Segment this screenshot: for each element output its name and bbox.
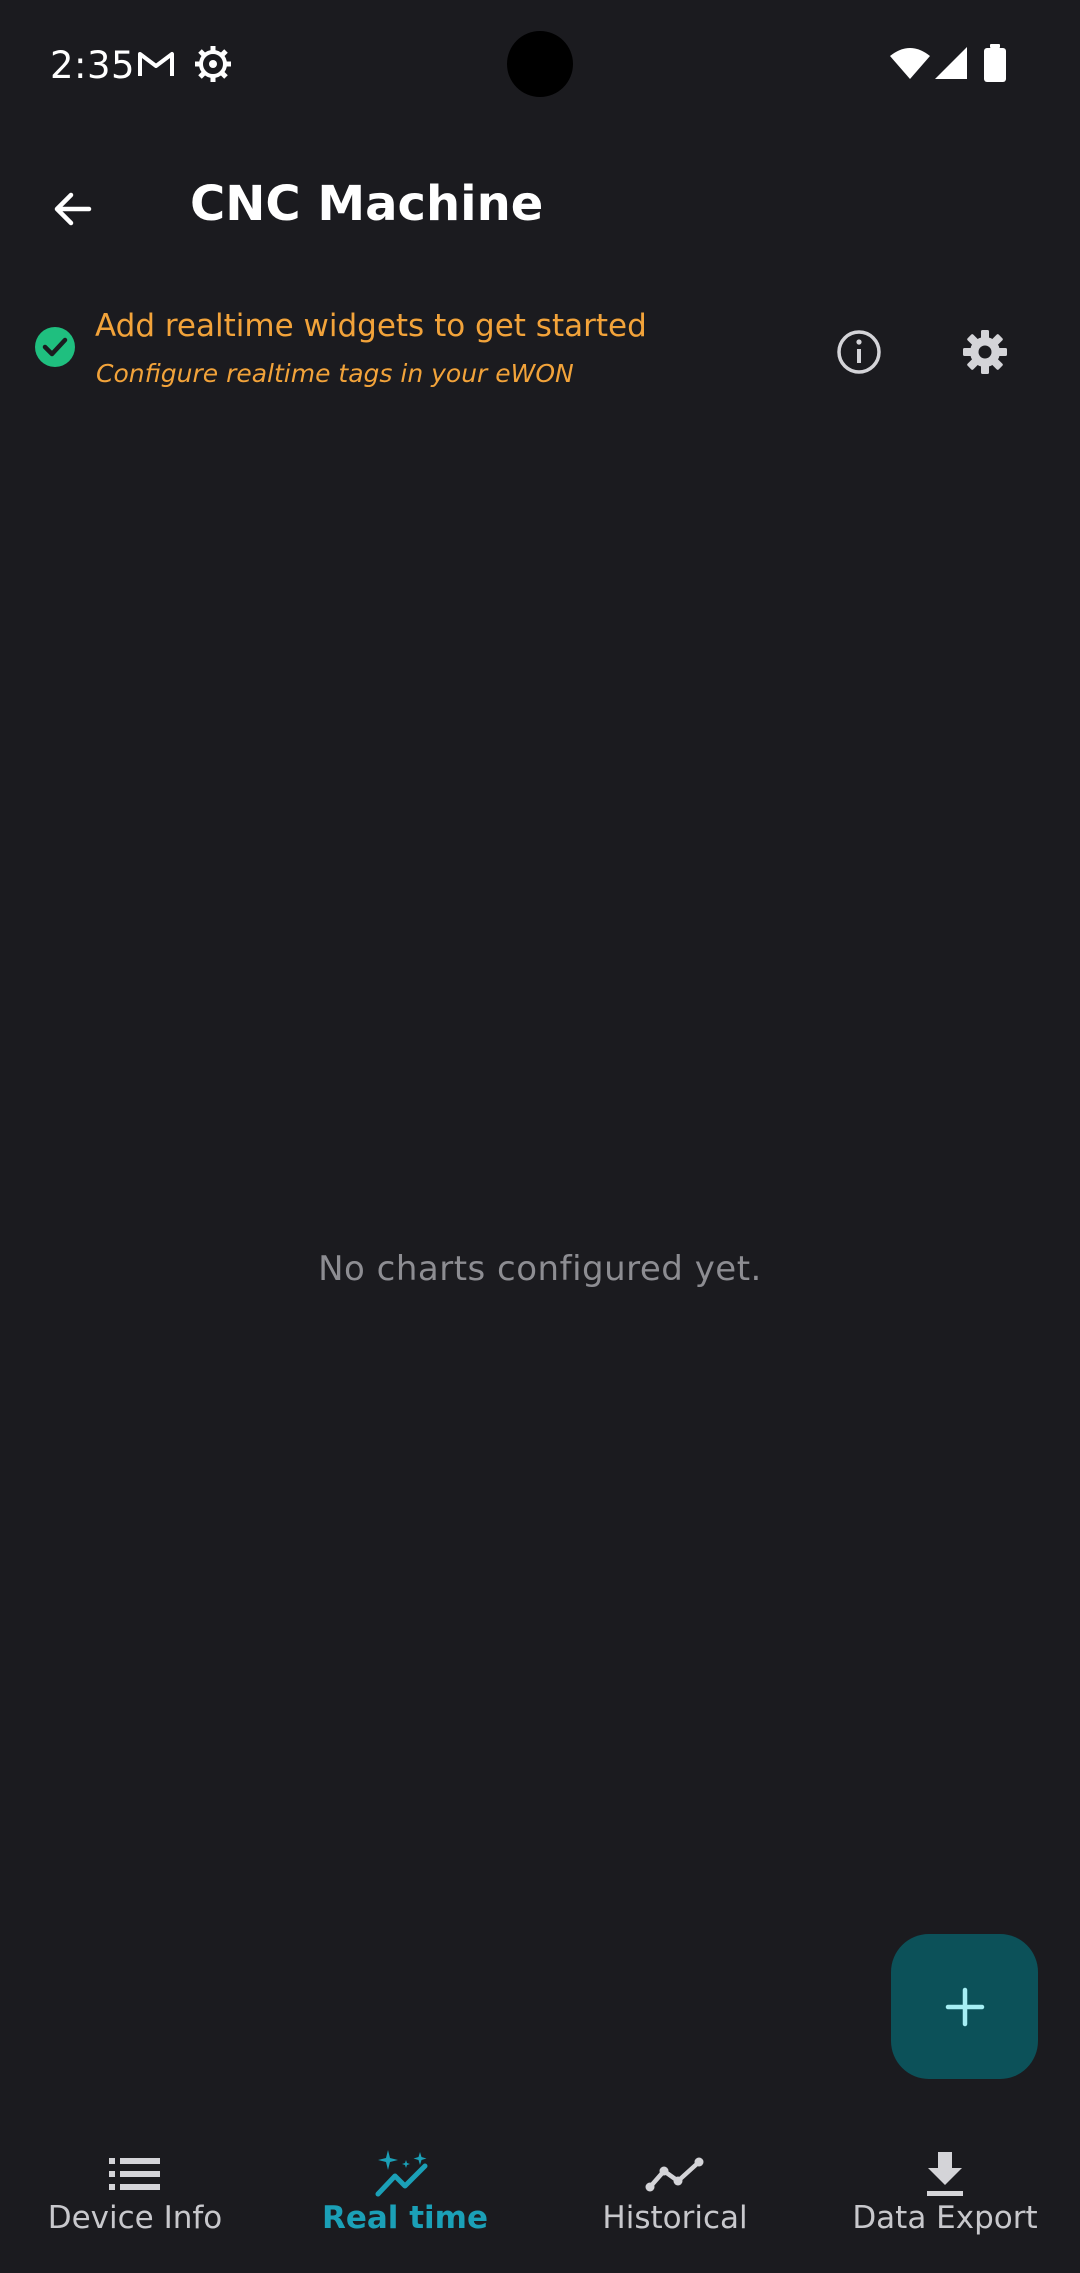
gear-icon	[963, 330, 1007, 374]
list-icon	[109, 2158, 160, 2190]
sparkle-chart-icon	[375, 2150, 428, 2197]
nav-label-historical: Historical	[602, 2200, 748, 2236]
nav-label-data-export: Data Export	[852, 2200, 1038, 2236]
nav-item-device-info[interactable]: Device Info	[0, 2120, 270, 2273]
gmail-icon	[138, 52, 174, 76]
bottom-navigation: Device Info Real time Historical Data Ex…	[0, 2120, 1080, 2273]
nav-label-real-time: Real time	[321, 2200, 488, 2236]
nav-label-device-info: Device Info	[47, 2200, 223, 2236]
nav-item-real-time[interactable]: Real time	[270, 2120, 540, 2273]
info-button[interactable]	[823, 316, 895, 388]
camera-cutout	[507, 31, 573, 97]
signal-icon	[935, 47, 967, 79]
settings-button[interactable]	[949, 316, 1021, 388]
settings-gear-status-icon	[195, 46, 231, 82]
add-chart-fab[interactable]	[891, 1934, 1038, 2079]
nav-item-data-export[interactable]: Data Export	[810, 2120, 1080, 2273]
download-icon	[927, 2152, 963, 2196]
nav-item-historical[interactable]: Historical	[540, 2120, 810, 2273]
banner-subtitle: Configure realtime tags in your eWON	[96, 359, 574, 388]
wifi-icon	[890, 48, 930, 79]
arrow-back-icon	[54, 192, 92, 226]
status-bar: 2:35	[0, 0, 1080, 128]
status-time: 2:35	[50, 44, 136, 87]
info-icon	[837, 330, 881, 374]
banner-title: Add realtime widgets to get started	[95, 308, 647, 344]
battery-icon	[984, 44, 1006, 82]
check-circle-icon	[35, 327, 75, 367]
line-chart-icon	[645, 2157, 704, 2192]
plus-icon	[945, 1987, 984, 2026]
empty-state-message: No charts configured yet.	[318, 1249, 762, 1289]
status-banner: Add realtime widgets to get started Conf…	[0, 296, 1080, 406]
back-button[interactable]	[30, 166, 116, 252]
page-title: CNC Machine	[190, 176, 544, 232]
app-bar: CNC Machine	[0, 148, 1080, 258]
